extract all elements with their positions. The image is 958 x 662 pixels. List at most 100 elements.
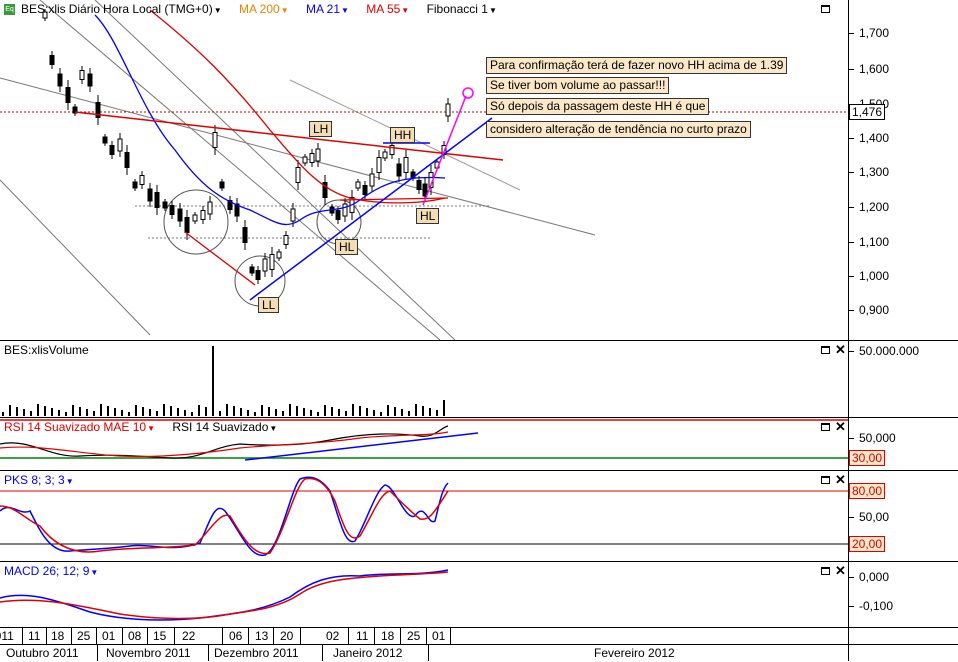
- ma21-label[interactable]: MA 21: [306, 2, 340, 16]
- chevron-down-icon[interactable]: ▼: [214, 6, 222, 15]
- pks-label[interactable]: PKS 8; 3; 3: [4, 473, 65, 487]
- chevron-down-icon[interactable]: ▼: [281, 6, 289, 15]
- candle-body: [416, 180, 422, 190]
- close-icon[interactable]: ✕: [835, 343, 846, 356]
- day-label: 25: [77, 629, 91, 643]
- chevron-down-icon[interactable]: ▼: [341, 6, 349, 15]
- pattern-label-hh: HH: [390, 127, 416, 143]
- pks-chart-svg: [0, 476, 848, 556]
- month-label: Novembro 2011: [106, 646, 191, 660]
- price-tick: 1,400: [848, 131, 890, 145]
- rsi-pane[interactable]: RSI 14 Suavizado MAE 10▼ RSI 14 Suavizad…: [0, 418, 958, 470]
- price-chart-svg: [0, 0, 848, 340]
- month-label: Dezembro 2011: [214, 646, 299, 660]
- pks-low-level-label: 20,00: [849, 536, 886, 552]
- volume-title[interactable]: BES:xlisVolume: [4, 343, 89, 357]
- candle-body: [376, 157, 382, 173]
- volume-chart-svg: [2, 346, 445, 416]
- volume-tick: 50.000.000: [848, 344, 920, 358]
- rsi-axis: 50,000 30,00: [849, 418, 958, 470]
- candle-body: [212, 132, 218, 148]
- day-label: 25: [407, 629, 421, 643]
- pks-chart-area[interactable]: PKS 8; 3; 3▼ ✕: [0, 471, 849, 561]
- candle-body: [342, 203, 348, 217]
- candle-body: [49, 55, 55, 65]
- price-pane[interactable]: Eq BES:xlis Diário Hora Local (TMG+0)▼ MA 2…: [0, 0, 958, 340]
- candle-body: [132, 181, 138, 189]
- candle-body: [200, 210, 206, 220]
- candle-body: [262, 258, 268, 272]
- rsi-label[interactable]: RSI 14 Suavizado: [172, 420, 268, 434]
- pks-axis: 80,00 50,00 20,00: [848, 471, 958, 561]
- price-tick: 1,200: [848, 200, 890, 214]
- candle-body: [177, 208, 183, 222]
- pattern-label-lh: LH: [309, 121, 333, 137]
- maximize-pane-button[interactable]: [821, 567, 830, 575]
- volume-chart-area[interactable]: BES:xlisVolume ✕: [0, 341, 849, 417]
- day-label: 06: [229, 629, 243, 643]
- eq-icon[interactable]: Eq: [4, 4, 15, 16]
- pks-pane[interactable]: PKS 8; 3; 3▼ ✕ 80,00 50,00 20,00: [0, 471, 958, 561]
- chevron-down-icon[interactable]: ▼: [401, 6, 409, 15]
- chevron-down-icon[interactable]: ▼: [90, 568, 98, 577]
- candle-body: [207, 201, 213, 215]
- note-line-2: Se tiver bom volume ao passar!!!: [486, 77, 670, 94]
- maximize-pane-button[interactable]: [821, 476, 830, 484]
- price-tick: 1,700: [848, 26, 890, 40]
- pattern-label-hl: HL: [335, 239, 359, 255]
- candle-body: [79, 70, 85, 80]
- day-label: 02: [326, 629, 340, 643]
- maximize-pane-button[interactable]: [821, 346, 830, 354]
- chevron-down-icon[interactable]: ▼: [269, 424, 277, 433]
- candle-body: [422, 183, 428, 197]
- date-axis-days[interactable]: 2011 11 18 25 01 08 15 22 06 13 20 02 11…: [0, 628, 958, 644]
- timezone-label[interactable]: Hora Local (TMG+0): [103, 2, 213, 16]
- price-chart-area[interactable]: Eq BES:xlis Diário Hora Local (TMG+0)▼ MA 2…: [0, 0, 849, 340]
- price-axis[interactable]: 1,700 1,600 1,500 1,400 1,300 1,200 1,10…: [848, 0, 958, 340]
- macd-tick: 0,000: [848, 570, 890, 584]
- candle-body: [109, 145, 115, 155]
- month-label: Outubro 2011: [6, 646, 79, 660]
- candle-body: [57, 73, 63, 87]
- chevron-down-icon[interactable]: ▼: [489, 6, 497, 15]
- chevron-down-icon[interactable]: ▼: [66, 477, 74, 486]
- candle-body: [184, 217, 190, 233]
- period-label[interactable]: Diário: [69, 2, 100, 16]
- candle-body: [102, 136, 108, 144]
- pattern-label-ll: LL: [258, 297, 280, 313]
- candle-body: [295, 167, 301, 183]
- symbol-label[interactable]: BES:xlis: [21, 2, 66, 16]
- fibonacci-label[interactable]: Fibonacci 1: [427, 2, 488, 16]
- macd-tick: -0,100: [848, 599, 894, 613]
- candle-body: [249, 266, 255, 274]
- candle-body: [382, 151, 388, 159]
- maximize-pane-button[interactable]: [821, 423, 830, 431]
- rsi-chart-area[interactable]: RSI 14 Suavizado MAE 10▼ RSI 14 Suavizad…: [0, 418, 849, 470]
- candle-body: [154, 192, 160, 208]
- close-icon[interactable]: ✕: [835, 420, 846, 433]
- candle-body: [403, 157, 409, 173]
- close-icon[interactable]: ✕: [835, 564, 846, 577]
- day-label: 01: [102, 629, 116, 643]
- candle-body: [445, 103, 451, 117]
- candle-body: [355, 181, 361, 189]
- candle-body: [192, 214, 198, 222]
- day-label: 11: [28, 629, 41, 643]
- chevron-down-icon[interactable]: ▼: [147, 424, 155, 433]
- maximize-pane-button[interactable]: [821, 5, 830, 13]
- day-label: 2011: [0, 629, 14, 643]
- day-label: 22: [182, 629, 196, 643]
- macd-label[interactable]: MACD 26; 12; 9: [4, 564, 89, 578]
- candle-body: [276, 251, 282, 259]
- rsi-level-label: 30,00: [849, 450, 886, 466]
- ma55-label[interactable]: MA 55: [366, 2, 400, 16]
- macd-chart-area[interactable]: MACD 26; 12; 9▼ ✕: [0, 562, 849, 627]
- macd-pane[interactable]: MACD 26; 12; 9▼ ✕ 0,000 -0,100: [0, 562, 958, 627]
- macd-header: MACD 26; 12; 9▼: [4, 564, 104, 578]
- close-icon[interactable]: ✕: [835, 473, 846, 486]
- ma200-label[interactable]: MA 200: [239, 2, 280, 16]
- day-label: 08: [128, 629, 142, 643]
- date-axis-months[interactable]: Outubro 2011 Novembro 2011 Dezembro 2011…: [0, 645, 958, 661]
- volume-pane[interactable]: BES:xlisVolume ✕ 50.000.000: [0, 341, 958, 417]
- rsi-mae-label[interactable]: RSI 14 Suavizado MAE 10: [4, 420, 146, 434]
